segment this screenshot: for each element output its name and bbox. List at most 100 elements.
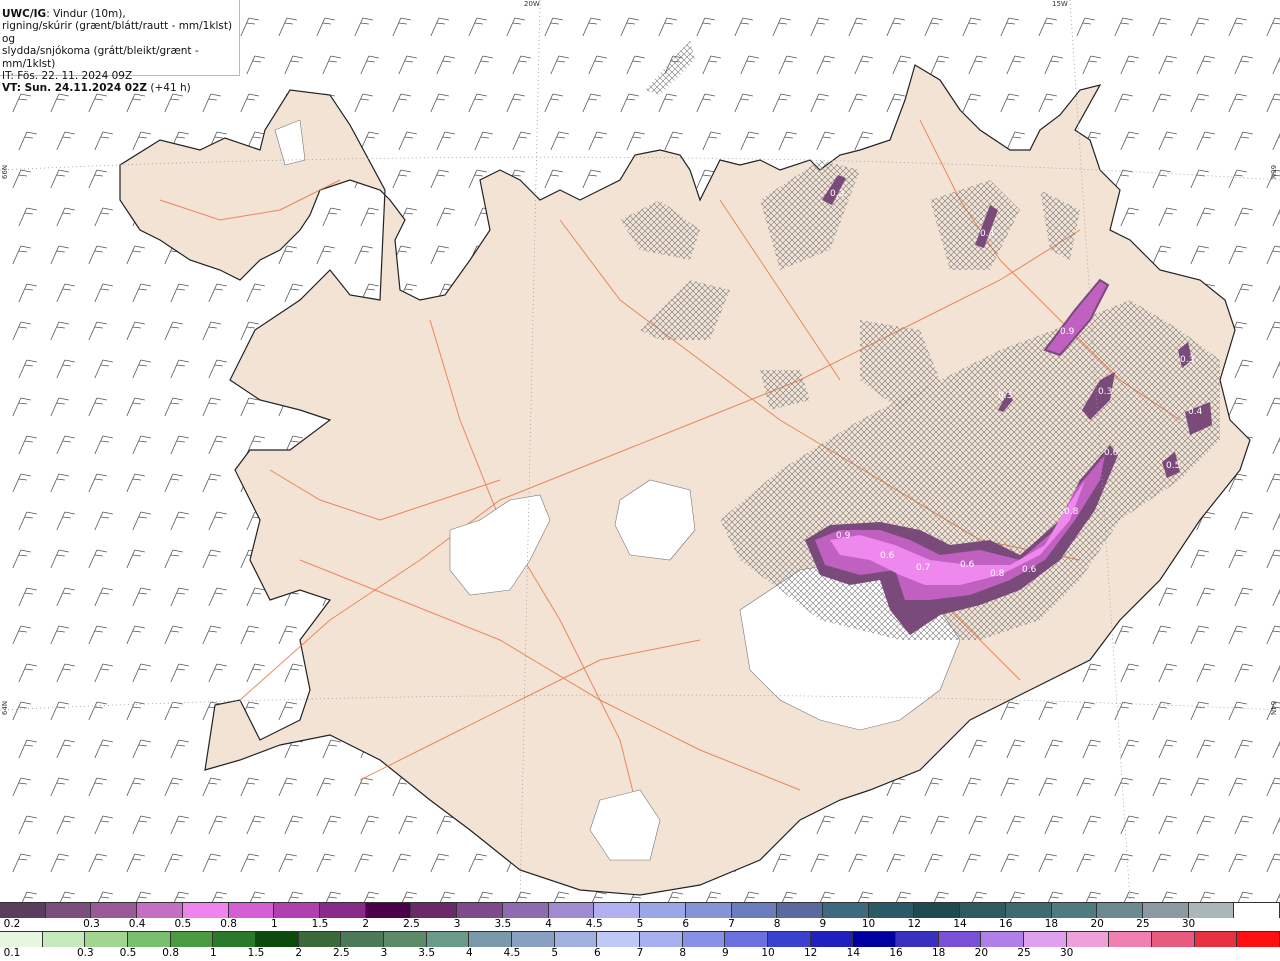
wind-barb — [398, 131, 417, 151]
wind-barb — [1272, 56, 1280, 75]
wind-barb — [322, 815, 341, 835]
wind-barb — [1190, 777, 1209, 797]
legend-label: 4.5 — [503, 947, 521, 959]
info-line-1: UWC/IG: Vindur (10m), — [2, 8, 126, 20]
wind-barb — [1190, 245, 1209, 265]
wind-barb — [316, 245, 335, 265]
wind-barb — [240, 397, 259, 417]
legend-label: 3 — [453, 918, 461, 930]
legend-label: 2 — [362, 918, 370, 930]
wind-barb — [886, 17, 905, 37]
wind-barb — [892, 55, 911, 75]
wind-barb — [354, 853, 373, 873]
legend-swatch — [731, 903, 778, 918]
wind-barb — [202, 625, 221, 645]
legend-label: 8 — [679, 947, 686, 959]
legend-label: 0.8 — [162, 947, 180, 959]
wind-barb — [56, 207, 75, 227]
wind-barb — [740, 55, 759, 75]
legend-label: 30 — [1059, 947, 1074, 959]
wind-barb — [126, 93, 145, 113]
info-line-2: rigning/skúrir (grænt/blátt/rautt - mm/1… — [2, 20, 233, 45]
wind-barb — [126, 245, 145, 265]
wind-barb — [854, 55, 873, 75]
wind-barb — [56, 283, 75, 303]
legend-swatch — [822, 903, 869, 918]
wind-barb — [170, 359, 189, 379]
wind-barb — [88, 321, 107, 341]
wind-barb — [126, 625, 145, 645]
legend-swatch — [45, 903, 92, 918]
wind-barb — [88, 245, 107, 265]
wind-barb — [202, 549, 221, 569]
wind-barb — [474, 55, 493, 75]
wind-barb — [56, 511, 75, 531]
wind-barb — [392, 17, 411, 37]
wind-barb — [202, 321, 221, 341]
rain-legend: 0.1 0.3 0.5 0.8 1 1.5 2 2.5 3 3.5 4 4.5 5 6 7 8 9 10 12 14 1… — [0, 931, 1280, 961]
wind-barb — [170, 511, 189, 531]
wind-barb — [1196, 739, 1215, 759]
label-east-a: 0.9 — [1060, 327, 1075, 337]
legend-label: 4 — [545, 918, 552, 930]
legend-label: 25 — [1017, 947, 1031, 959]
wind-barb — [50, 397, 69, 417]
wind-barb — [56, 359, 75, 379]
wind-barb — [1196, 815, 1215, 835]
wind-barb — [126, 777, 145, 797]
wind-barb — [550, 131, 569, 151]
legend-label: 3 — [380, 947, 388, 959]
wind-barb — [1234, 131, 1253, 151]
wind-barb — [94, 587, 113, 607]
wind-barb — [88, 397, 107, 417]
wind-barb — [772, 93, 791, 113]
legend-label: 0.8 — [220, 918, 237, 930]
wind-barb — [1076, 17, 1095, 37]
wind-barb — [208, 663, 227, 683]
wind-barb — [170, 815, 189, 835]
wind-barb — [1114, 777, 1133, 797]
wind-barb — [892, 815, 911, 835]
wind-barb — [202, 777, 221, 797]
wind-barb — [962, 17, 981, 37]
wind-barb — [1272, 208, 1280, 227]
wind-barb — [170, 283, 189, 303]
wind-barb — [1234, 283, 1253, 303]
label-south-e: 0.6 — [960, 560, 975, 570]
wind-barb — [734, 17, 753, 37]
wind-barb — [1266, 853, 1280, 873]
label-south-d: 0.7 — [916, 563, 930, 573]
wind-barb — [94, 663, 113, 683]
legend-label: 5 — [636, 918, 644, 930]
wind-barb — [1152, 17, 1171, 37]
wind-barb — [1006, 131, 1025, 151]
label-east-g: 0.6 — [1104, 448, 1119, 458]
wind-barb — [1196, 663, 1215, 683]
wind-barb — [772, 853, 791, 873]
wind-barb — [56, 131, 75, 151]
legend-swatch — [640, 903, 686, 918]
wind-barb — [658, 17, 677, 37]
wind-barb — [1120, 815, 1139, 835]
wind-barb — [354, 245, 373, 265]
wind-barb — [50, 549, 69, 569]
legend-swatch — [853, 932, 897, 947]
legend-swatch — [960, 903, 1006, 918]
legend-swatch — [640, 932, 683, 947]
wind-barb — [94, 739, 113, 759]
wind-barb — [506, 93, 525, 113]
wind-barb — [1038, 93, 1057, 113]
legend-swatch — [512, 932, 555, 947]
wind-barb — [810, 93, 829, 113]
wind-barb — [512, 131, 531, 151]
wind-barb — [930, 815, 949, 835]
wind-barb — [1228, 853, 1247, 873]
wind-barb — [1234, 207, 1253, 227]
wind-barb — [1266, 245, 1280, 265]
wind-barb — [12, 93, 31, 113]
wind-barb — [316, 853, 335, 873]
wind-barb — [164, 853, 183, 873]
wind-barb — [1272, 132, 1280, 151]
legend-swatch — [170, 932, 214, 947]
legend-swatch — [682, 932, 726, 947]
